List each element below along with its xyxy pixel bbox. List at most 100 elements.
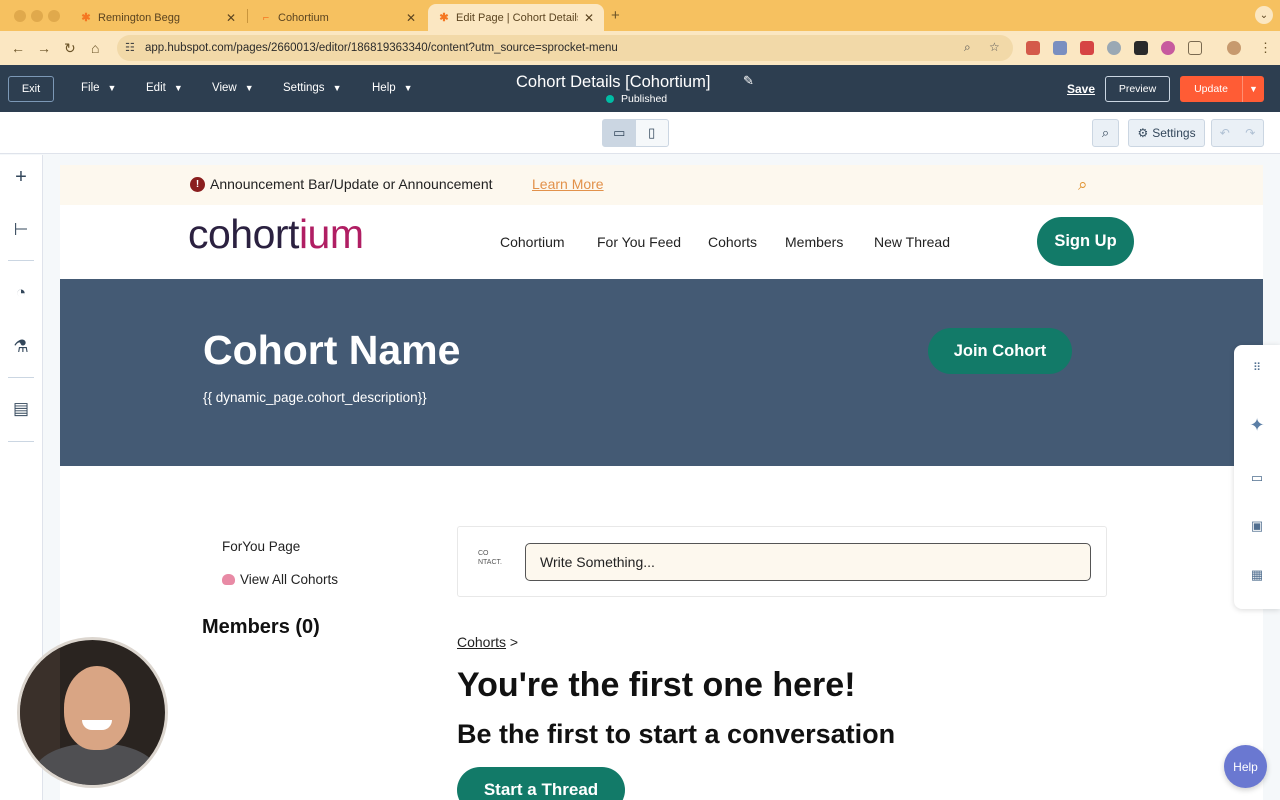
- close-icon[interactable]: ✕: [406, 11, 416, 25]
- exit-button[interactable]: Exit: [8, 76, 54, 102]
- chevron-down-icon[interactable]: ▼: [1242, 76, 1264, 102]
- nav-link-cohorts[interactable]: Cohorts: [708, 234, 757, 250]
- help-button[interactable]: Help: [1224, 745, 1267, 788]
- sign-up-button[interactable]: Sign Up: [1037, 217, 1134, 266]
- grip-dots-icon[interactable]: ⠿: [1247, 357, 1267, 377]
- close-icon[interactable]: ✕: [226, 11, 236, 25]
- chevron-down-icon: ▼: [332, 83, 342, 93]
- menu-label: Settings: [283, 82, 325, 94]
- new-tab-plus-icon[interactable]: +: [611, 7, 620, 24]
- tab-title: Edit Page | Cohort Details [Co: [456, 11, 578, 24]
- nav-link-new-thread[interactable]: New Thread: [874, 234, 950, 250]
- logo-part-dark: cohort: [188, 211, 299, 257]
- desktop-icon[interactable]: ▭: [603, 120, 636, 146]
- chevron-down-icon: ▼: [173, 83, 183, 93]
- update-label: Update: [1194, 83, 1228, 95]
- browser-tab-cohortium[interactable]: ⌐ Cohortium ✕: [250, 4, 426, 31]
- back-arrow-icon[interactable]: ←: [11, 40, 25, 56]
- page-title[interactable]: Cohort Details [Cohortium]: [516, 73, 710, 92]
- bookmark-star-icon[interactable]: ☆: [989, 40, 1000, 54]
- window-minimize-dot[interactable]: [31, 10, 43, 22]
- cohort-description: {{ dynamic_page.cohort_description}}: [203, 390, 427, 405]
- logo-part-magenta: ium: [298, 211, 364, 257]
- settings-button[interactable]: ⚙ Settings: [1128, 119, 1205, 147]
- view-all-cohorts-link[interactable]: View All Cohorts: [222, 572, 338, 587]
- menu-label: View: [212, 82, 237, 94]
- site-settings-icon[interactable]: ☷: [125, 41, 135, 54]
- tab-search-chevron-icon[interactable]: ⌄: [1255, 6, 1273, 24]
- menu-view[interactable]: View ▼: [212, 82, 254, 94]
- members-heading: Members (0): [202, 616, 320, 638]
- layers-tree-icon[interactable]: ⊢: [10, 219, 32, 241]
- browser-tab-bar: ✱ Remington Begg ✕ ⌐ Cohortium ✕ ✱ Edit …: [0, 0, 1280, 31]
- empty-state-subheading: Be the first to start a conversation: [457, 719, 896, 749]
- add-plus-icon[interactable]: +: [10, 166, 32, 188]
- start-thread-button[interactable]: Start a Thread: [457, 767, 625, 800]
- menu-label: Help: [372, 82, 396, 94]
- cohort-hero[interactable]: Cohort Name {{ dynamic_page.cohort_descr…: [60, 279, 1263, 466]
- menu-help[interactable]: Help ▼: [372, 82, 413, 94]
- tab-title: Cohortium: [278, 11, 329, 24]
- home-icon[interactable]: ⌂: [91, 40, 99, 56]
- extension-grid-icon[interactable]: [1053, 41, 1067, 55]
- reload-icon[interactable]: ↻: [64, 40, 76, 57]
- divider: [8, 441, 34, 442]
- menu-file[interactable]: File ▼: [81, 82, 116, 94]
- extension-ring-icon[interactable]: [1107, 41, 1121, 55]
- update-button[interactable]: Update ▼: [1180, 76, 1264, 102]
- search-icon[interactable]: ⌕: [1078, 175, 1088, 195]
- cohortium-logo[interactable]: cohortium: [188, 211, 364, 258]
- profile-avatar[interactable]: [1227, 41, 1241, 55]
- chevron-down-icon: ▼: [403, 83, 413, 93]
- tab-title: Remington Begg: [98, 11, 180, 24]
- join-cohort-button[interactable]: Join Cohort: [928, 328, 1072, 374]
- browser-menu-icon[interactable]: ⋮: [1259, 40, 1272, 56]
- site-header[interactable]: cohortium Cohortium For You Feed Cohorts…: [60, 205, 1263, 279]
- window-close-dot[interactable]: [14, 10, 26, 22]
- url-field[interactable]: ☷ app.hubspot.com/pages/2660013/editor/1…: [117, 35, 1013, 61]
- test-flask-icon[interactable]: ⚗: [10, 336, 32, 358]
- cohort-name-heading: Cohort Name: [203, 327, 461, 373]
- learn-more-link[interactable]: Learn More: [532, 176, 604, 192]
- write-something-input[interactable]: Write Something...: [525, 543, 1091, 581]
- extension-record-icon[interactable]: [1161, 41, 1175, 55]
- extension-pen-icon[interactable]: [1134, 41, 1148, 55]
- forward-arrow-icon[interactable]: →: [37, 40, 51, 56]
- extension-video-icon[interactable]: [1080, 41, 1094, 55]
- presenter-head: [64, 666, 130, 750]
- comment-icon[interactable]: ▭: [1247, 468, 1267, 488]
- breadcrumb-cohorts-link[interactable]: Cohorts: [457, 634, 506, 650]
- optimize-gauge-icon[interactable]: ◔: [10, 282, 32, 304]
- tab-divider: [247, 9, 248, 23]
- page-document-icon[interactable]: ▤: [10, 398, 32, 420]
- preview-button[interactable]: Preview: [1105, 76, 1170, 102]
- nav-link-members[interactable]: Members: [785, 234, 843, 250]
- nav-link-cohortium[interactable]: Cohortium: [500, 234, 565, 250]
- browser-tab-remington[interactable]: ✱ Remington Begg ✕: [70, 4, 246, 31]
- chevron-down-icon: ▼: [107, 83, 117, 93]
- calendar-icon[interactable]: ▦: [1247, 565, 1267, 585]
- mobile-icon[interactable]: ▯: [636, 120, 669, 146]
- announcement-bar[interactable]: ! Announcement Bar/Update or Announcemen…: [60, 165, 1263, 205]
- extensions-puzzle-icon[interactable]: [1188, 41, 1202, 55]
- empty-state-heading: You're the first one here!: [457, 666, 856, 704]
- breadcrumb-separator: >: [509, 634, 519, 650]
- ai-sparkle-icon[interactable]: ✦: [1247, 415, 1267, 435]
- redo-icon[interactable]: ↷: [1238, 120, 1264, 146]
- zoom-icon[interactable]: ⌕: [964, 40, 971, 55]
- nav-link-for-you-feed[interactable]: For You Feed: [597, 234, 681, 250]
- foryou-page-link[interactable]: ForYou Page: [222, 539, 300, 554]
- page-canvas[interactable]: ! Announcement Bar/Update or Announcemen…: [60, 165, 1263, 800]
- undo-icon[interactable]: ↶: [1212, 120, 1238, 146]
- close-icon[interactable]: ✕: [584, 11, 594, 25]
- extension-mail-icon[interactable]: [1026, 41, 1040, 55]
- edit-pencil-icon[interactable]: ✎: [743, 73, 754, 89]
- browser-window-icon[interactable]: ▣: [1247, 516, 1267, 536]
- menu-edit[interactable]: Edit ▼: [146, 82, 183, 94]
- browser-tab-edit-page[interactable]: ✱ Edit Page | Cohort Details [Co ✕: [428, 4, 604, 31]
- menu-settings[interactable]: Settings ▼: [283, 82, 341, 94]
- webcam-presenter-video: [17, 637, 168, 788]
- search-icon[interactable]: ⌕: [1092, 119, 1119, 147]
- window-zoom-dot[interactable]: [48, 10, 60, 22]
- save-button[interactable]: Save: [1067, 82, 1095, 96]
